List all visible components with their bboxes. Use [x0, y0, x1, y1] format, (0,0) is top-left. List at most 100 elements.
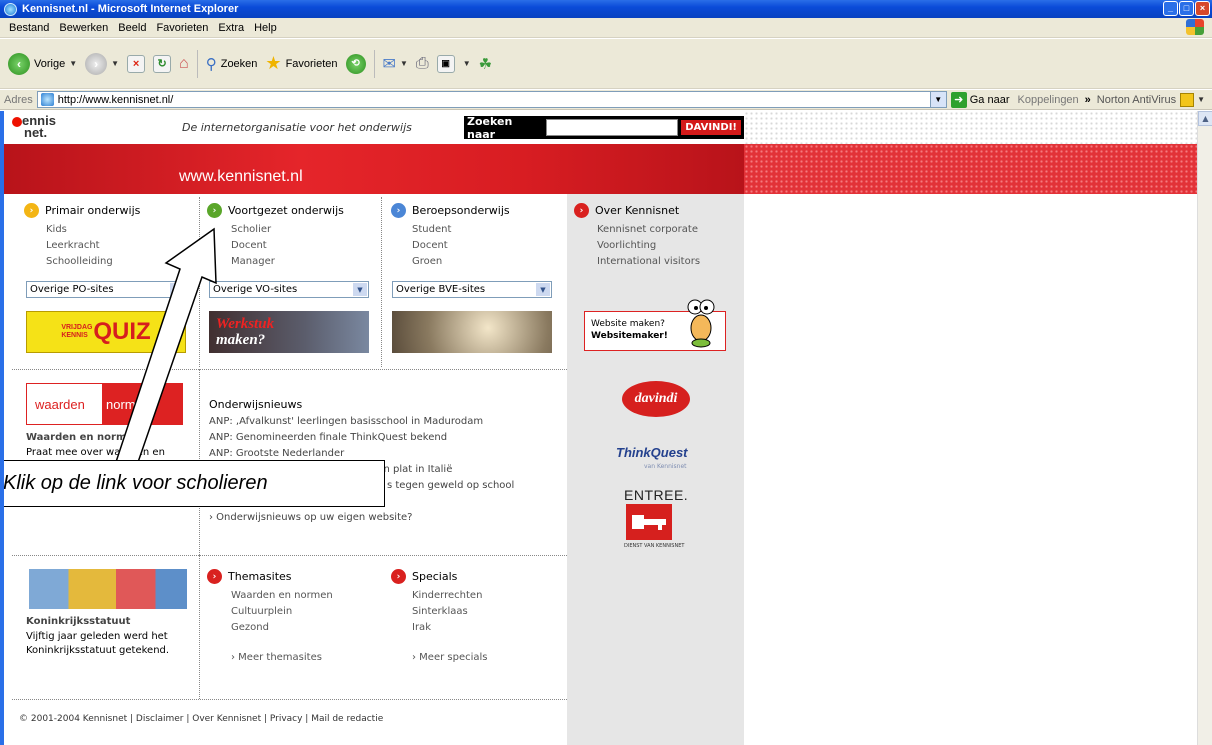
- chevron-down-icon[interactable]: ▼: [929, 92, 946, 107]
- po-sites-select[interactable]: Overige PO-sites ▼: [26, 281, 186, 298]
- link-manager[interactable]: Manager: [231, 254, 275, 270]
- key-icon[interactable]: [626, 504, 672, 540]
- chevron-down-icon[interactable]: ▼: [111, 59, 119, 68]
- link-sinterklaas[interactable]: Sinterklaas: [412, 604, 488, 620]
- menu-bewerken[interactable]: Bewerken: [54, 22, 113, 34]
- vertical-scrollbar[interactable]: ▲: [1197, 111, 1212, 745]
- chevron-down-icon[interactable]: ▼: [69, 59, 77, 68]
- links-label[interactable]: Koppelingen: [1018, 94, 1079, 106]
- link-corporate[interactable]: Kennisnet corporate: [597, 222, 700, 238]
- davindi-search-button[interactable]: DAVINDI!: [681, 120, 741, 135]
- link-gezond[interactable]: Gezond: [231, 620, 333, 636]
- arrow-right-icon: ›: [207, 569, 222, 584]
- page-footer[interactable]: © 2001-2004 Kennisnet | Disclaimer | Ove…: [19, 714, 383, 724]
- chevron-down-icon: ▼: [353, 283, 367, 296]
- refresh-button[interactable]: ↻: [153, 54, 172, 73]
- section-voortgezet[interactable]: › Voortgezet onderwijs: [207, 203, 344, 218]
- site-search-input[interactable]: [546, 119, 679, 136]
- mail-button[interactable]: ✉ ▼: [383, 54, 408, 74]
- address-label: Adres: [4, 93, 33, 106]
- norton-icon[interactable]: [1180, 92, 1195, 107]
- section-themasites[interactable]: › Themasites: [207, 569, 292, 584]
- thinkquest-logo[interactable]: ThinkQuest: [616, 445, 688, 460]
- back-button[interactable]: ‹ Vorige ▼: [8, 52, 77, 75]
- koninkrijk-image[interactable]: [29, 569, 187, 609]
- link-groen[interactable]: Groen: [412, 254, 451, 270]
- link-waarden[interactable]: Waarden en normen: [231, 588, 333, 604]
- arrow-right-icon: ›: [391, 569, 406, 584]
- news-item[interactable]: ANP: ,Afvalkunst' leerlingen basisschool…: [209, 414, 514, 430]
- news-more-link[interactable]: › Onderwijsnieuws op uw eigen website?: [209, 510, 514, 526]
- menu-bar: Bestand Bewerken Beeld Favorieten Extra …: [0, 18, 1212, 38]
- search-button[interactable]: ⚲ Zoeken: [206, 55, 258, 73]
- link-international[interactable]: International visitors: [597, 254, 700, 270]
- waarden-banner[interactable]: waarden normen: [26, 383, 183, 425]
- link-leerkracht[interactable]: Leerkracht: [46, 238, 113, 254]
- site-tagline: De internetorganisatie voor het onderwij…: [182, 121, 412, 134]
- menu-extra[interactable]: Extra: [213, 22, 249, 34]
- link-docent[interactable]: Docent: [412, 238, 451, 254]
- section-over[interactable]: › Over Kennisnet: [574, 203, 679, 218]
- banner: www.kennisnet.nl: [4, 144, 744, 194]
- link-student[interactable]: Student: [412, 222, 451, 238]
- divider: [12, 699, 567, 700]
- section-primair[interactable]: › Primair onderwijs: [24, 203, 140, 218]
- address-input[interactable]: http://www.kennisnet.nl/ ▼: [36, 91, 947, 108]
- link-kinderrechten[interactable]: Kinderrechten: [412, 588, 488, 604]
- favorites-button[interactable]: ★ Favorieten: [265, 53, 337, 74]
- links-chevron[interactable]: »: [1085, 94, 1091, 106]
- close-button[interactable]: ×: [1195, 1, 1210, 16]
- kr-title[interactable]: Koninkrijksstatuut: [26, 615, 130, 629]
- link-kids[interactable]: Kids: [46, 222, 113, 238]
- entree-logo[interactable]: ENTREE.: [624, 487, 688, 503]
- messenger-icon[interactable]: ☘: [479, 55, 492, 73]
- go-button[interactable]: ➜ Ga naar: [950, 91, 1010, 108]
- chevron-down-icon[interactable]: ▼: [1197, 95, 1205, 104]
- link-docent[interactable]: Docent: [231, 238, 275, 254]
- menu-beeld[interactable]: Beeld: [113, 22, 151, 34]
- news-item[interactable]: ANP: Genomineerden finale ThinkQuest bek…: [209, 430, 514, 446]
- primair-links: Kids Leerkracht Schoolleiding: [46, 222, 113, 270]
- maximize-button[interactable]: □: [1179, 1, 1194, 16]
- websitemaker-banner[interactable]: Website maken? Websitemaker!: [584, 299, 726, 351]
- link-scholier[interactable]: Scholier: [231, 222, 275, 238]
- print-button[interactable]: ⎙: [416, 55, 429, 73]
- page-viewport: ennis net. De internetorganisatie voor h…: [0, 111, 1197, 745]
- menu-favorieten[interactable]: Favorieten: [151, 22, 213, 34]
- norton-label[interactable]: Norton AntiVirus: [1097, 94, 1176, 106]
- link-meer-specials[interactable]: › Meer specials: [412, 650, 488, 666]
- link-meer-themasites[interactable]: › Meer themasites: [231, 650, 333, 666]
- chevron-down-icon[interactable]: ▼: [400, 59, 408, 68]
- bve-sites-select[interactable]: Overige BVE-sites ▼: [392, 281, 552, 298]
- home-button[interactable]: ⌂: [179, 55, 189, 73]
- vo-sites-select[interactable]: Overige VO-sites ▼: [209, 281, 369, 298]
- window-titlebar: Kennisnet.nl - Microsoft Internet Explor…: [0, 0, 1212, 18]
- link-schoolleiding[interactable]: Schoolleiding: [46, 254, 113, 270]
- bve-banner[interactable]: [392, 311, 552, 353]
- werkstuk-banner[interactable]: Werkstuk maken?: [209, 311, 369, 353]
- specials-links: Kinderrechten Sinterklaas Irak › Meer sp…: [412, 588, 488, 666]
- minimize-button[interactable]: _: [1163, 1, 1178, 16]
- waarden-title[interactable]: Waarden en normen: [26, 431, 140, 445]
- menu-bestand[interactable]: Bestand: [4, 22, 54, 34]
- select-value: Overige VO-sites: [213, 284, 298, 295]
- link-irak[interactable]: Irak: [412, 620, 488, 636]
- menu-help[interactable]: Help: [249, 22, 282, 34]
- quiz-banner[interactable]: VRIJDAG KENNIS QUIZ: [26, 311, 186, 353]
- stop-button[interactable]: ×: [127, 54, 146, 73]
- section-title: Voortgezet onderwijs: [228, 204, 344, 217]
- kennisnet-logo[interactable]: ennis net.: [12, 114, 70, 141]
- divider: [12, 369, 567, 370]
- link-voorlichting[interactable]: Voorlichting: [597, 238, 700, 254]
- davindi-logo[interactable]: davindi: [622, 381, 690, 417]
- section-beroeps[interactable]: › Beroepsonderwijs: [391, 203, 510, 218]
- forward-button[interactable]: › ▼: [85, 52, 119, 75]
- chevron-down-icon[interactable]: ▼: [463, 59, 471, 68]
- section-specials[interactable]: › Specials: [391, 569, 457, 584]
- werkstuk-line2: maken?: [216, 332, 266, 348]
- scroll-up-icon[interactable]: ▲: [1198, 111, 1212, 126]
- history-button[interactable]: ⟲: [345, 53, 366, 74]
- section-title: Over Kennisnet: [595, 204, 680, 217]
- link-cultuurplein[interactable]: Cultuurplein: [231, 604, 333, 620]
- edit-button[interactable]: ▣: [436, 54, 455, 73]
